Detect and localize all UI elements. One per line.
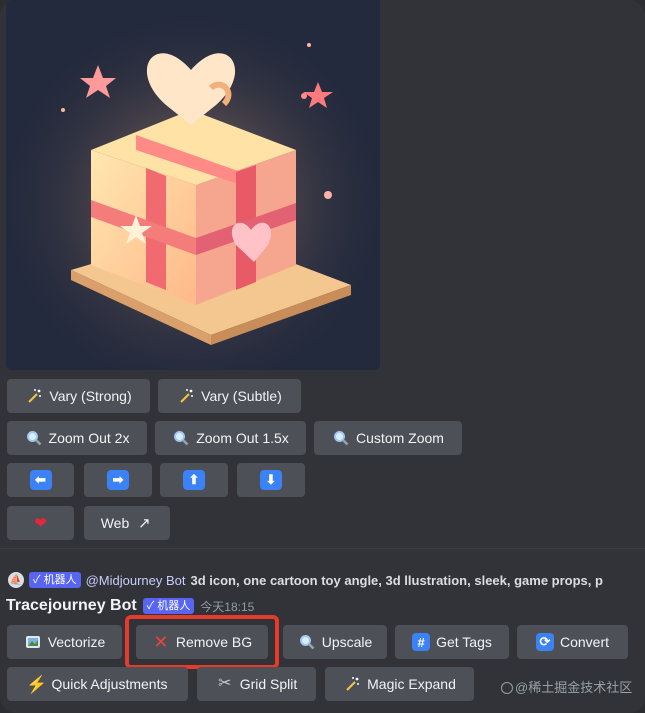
pan-right-button[interactable]: ➡ — [84, 463, 152, 497]
grid-split-label: Grid Split — [239, 676, 298, 692]
zoom-out-2x-button[interactable]: Zoom Out 2x — [7, 421, 147, 455]
vary-strong-button[interactable]: Vary (Strong) — [7, 379, 150, 413]
arrow-left-icon: ⬅ — [29, 470, 52, 490]
web-button[interactable]: Web ↗ — [84, 506, 170, 540]
zoom-out-1-5x-button[interactable]: Zoom Out 1.5x — [155, 421, 306, 455]
magic-expand-button[interactable]: Magic Expand — [325, 667, 474, 701]
vectorize-label: Vectorize — [47, 634, 106, 650]
external-link-icon: ↗ — [137, 514, 151, 532]
mention-link[interactable]: @Midjourney Bot — [86, 573, 186, 588]
generated-image[interactable] — [6, 0, 380, 370]
pan-left-button[interactable]: ⬅ — [7, 463, 74, 497]
magic-wand-icon — [25, 387, 43, 405]
get-tags-label: Get Tags — [436, 634, 492, 650]
magic-wand-icon — [343, 675, 361, 693]
hash-icon: # — [412, 633, 431, 651]
remove-bg-highlight — [125, 615, 279, 669]
custom-zoom-button[interactable]: Custom Zoom — [314, 421, 462, 455]
web-label: Web — [100, 515, 130, 531]
convert-button[interactable]: ⟳ Convert — [517, 625, 628, 659]
magnifier-icon — [172, 429, 190, 447]
lightning-icon: ⚡ — [25, 674, 48, 694]
bot-badge-label: 机器人 — [43, 574, 77, 586]
magic-wand-icon — [177, 387, 195, 405]
vectorize-button[interactable]: Vectorize — [7, 625, 122, 659]
bot-badge: ✓ 机器人 — [29, 572, 81, 588]
gift-box-illustration — [6, 0, 380, 370]
quick-adjustments-button[interactable]: ⚡ Quick Adjustments — [7, 667, 188, 701]
magnifier-icon — [298, 633, 316, 651]
zoom-out-2x-label: Zoom Out 2x — [48, 430, 130, 446]
watermark: @稀土掘金技术社区 — [501, 677, 632, 696]
convert-label: Convert — [559, 634, 610, 650]
arrow-up-icon: ⬆ — [183, 470, 205, 490]
avatar: ⛵ — [8, 572, 24, 588]
favorite-button[interactable]: ❤ — [7, 506, 74, 540]
vary-strong-label: Vary (Strong) — [49, 388, 132, 404]
arrow-down-icon: ⬇ — [260, 470, 282, 490]
prompt-text: 3d icon, one cartoon toy angle, 3d llust… — [190, 572, 603, 588]
magnifier-icon — [332, 429, 350, 447]
quick-adjustments-label: Quick Adjustments — [51, 676, 168, 692]
get-tags-button[interactable]: # Get Tags — [395, 625, 509, 659]
bot-name[interactable]: Tracejourney Bot — [6, 597, 137, 615]
message-container: Vary (Strong) Vary (Subtle) Zoom Out 2x … — [0, 0, 645, 713]
picture-icon — [24, 633, 42, 651]
upscale-button[interactable]: Upscale — [283, 625, 387, 659]
reply-reference[interactable]: ⛵ ✓ 机器人 @Midjourney Bot 3d icon, one car… — [8, 571, 645, 589]
arrow-right-icon: ➡ — [107, 470, 129, 490]
pan-up-button[interactable]: ⬆ — [160, 463, 228, 497]
heart-icon: ❤ — [34, 514, 47, 532]
zoom-out-1-5x-label: Zoom Out 1.5x — [196, 430, 289, 446]
scissors-icon: ✂ — [218, 675, 232, 692]
magic-expand-label: Magic Expand — [367, 676, 456, 692]
watermark-text: @稀土掘金技术社区 — [515, 680, 633, 695]
magnifier-icon — [25, 429, 43, 447]
message-header: Tracejourney Bot ✓ 机器人 今天18:15 — [6, 596, 254, 616]
bot-badge-label: 机器人 — [157, 600, 191, 612]
message-divider — [0, 548, 645, 549]
watermark-logo-icon — [501, 682, 513, 694]
upscale-label: Upscale — [321, 634, 373, 650]
timestamp: 今天18:15 — [200, 599, 255, 614]
refresh-icon: ⟳ — [535, 633, 554, 651]
vary-subtle-label: Vary (Subtle) — [201, 388, 282, 404]
grid-split-button[interactable]: ✂ Grid Split — [197, 667, 316, 701]
bot-badge: ✓ 机器人 — [142, 598, 195, 614]
pan-down-button[interactable]: ⬇ — [237, 463, 305, 497]
custom-zoom-label: Custom Zoom — [356, 430, 444, 446]
vary-subtle-button[interactable]: Vary (Subtle) — [158, 379, 301, 413]
